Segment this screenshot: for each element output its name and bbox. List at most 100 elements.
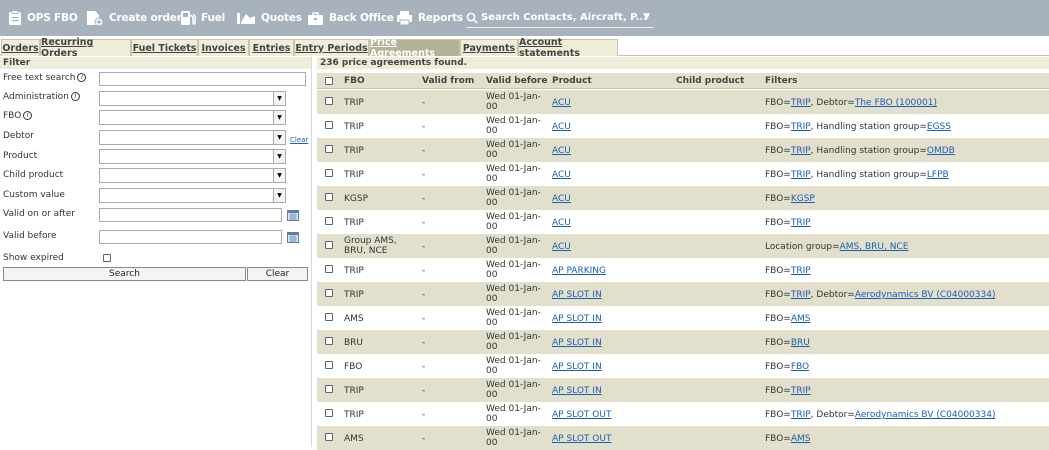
table-row[interactable]: Group AMS, BRU, NCE - Wed 01-Jan-00 ACU Loca…: [317, 234, 1049, 258]
col-child-product[interactable]: Child product: [676, 76, 744, 86]
row-checkbox[interactable]: [325, 121, 333, 129]
back-office-button[interactable]: Back Office: [307, 0, 394, 36]
chevron-down-icon[interactable]: ▼: [273, 111, 285, 124]
valid-on-or-after-input[interactable]: [99, 208, 282, 222]
filter-link[interactable]: KGSP: [791, 194, 815, 204]
cell-product-link[interactable]: AP SLOT IN: [552, 362, 602, 372]
col-fbo[interactable]: FBO: [344, 76, 365, 86]
col-product[interactable]: Product: [552, 76, 592, 86]
row-checkbox[interactable]: [325, 385, 333, 393]
filter-link[interactable]: TRIP: [791, 410, 811, 420]
table-row[interactable]: TRIP - Wed 01-Jan-00 AP SLOT IN FBO=TRIP: [317, 378, 1049, 402]
cell-product-link[interactable]: ACU: [552, 194, 571, 204]
table-row[interactable]: TRIP - Wed 01-Jan-00 AP PARKING FBO=TRIP: [317, 258, 1049, 282]
valid-before-input[interactable]: [99, 230, 282, 244]
row-checkbox[interactable]: [325, 289, 333, 297]
filter-link[interactable]: TRIP: [791, 266, 811, 276]
col-valid-from[interactable]: Valid from: [422, 76, 474, 86]
show-expired-checkbox[interactable]: [103, 254, 111, 262]
chevron-down-icon[interactable]: ▼: [273, 189, 285, 202]
cell-product-link[interactable]: ACU: [552, 218, 571, 228]
administration-select[interactable]: ▼: [99, 91, 286, 106]
filter-link[interactable]: Aerodynamics BV (C04000334): [855, 290, 996, 300]
tab-orders[interactable]: Orders: [1, 39, 40, 56]
table-row[interactable]: AMS - Wed 01-Jan-00 AP SLOT OUT FBO=AMS: [317, 426, 1049, 450]
filter-link[interactable]: TRIP: [791, 170, 811, 180]
tab-account-statements[interactable]: Account statements: [518, 37, 618, 59]
table-row[interactable]: TRIP - Wed 01-Jan-00 AP SLOT IN FBO=TRIP, De…: [317, 282, 1049, 306]
table-row[interactable]: AMS - Wed 01-Jan-00 AP SLOT IN FBO=AMS: [317, 306, 1049, 330]
cell-product-link[interactable]: AP SLOT OUT: [552, 434, 611, 444]
table-row[interactable]: TRIP - Wed 01-Jan-00 AP SLOT OUT FBO=TRIP, D…: [317, 402, 1049, 426]
row-checkbox[interactable]: [325, 433, 333, 441]
filter-link[interactable]: BRU: [791, 338, 810, 348]
table-row[interactable]: TRIP - Wed 01-Jan-00 ACU FBO=TRIP: [317, 210, 1049, 234]
cell-product-link[interactable]: AP PARKING: [552, 266, 606, 276]
filter-link[interactable]: AMS, BRU, NCE: [840, 242, 909, 252]
tab-payments[interactable]: Payments: [460, 39, 518, 56]
chevron-down-icon[interactable]: ▼: [273, 169, 285, 182]
row-checkbox[interactable]: [325, 409, 333, 417]
cell-product-link[interactable]: AP SLOT OUT: [552, 410, 611, 420]
row-checkbox[interactable]: [325, 217, 333, 225]
cell-product-link[interactable]: AP SLOT IN: [552, 386, 602, 396]
filter-link[interactable]: EGSS: [927, 122, 951, 132]
cell-product-link[interactable]: ACU: [552, 170, 571, 180]
ops-fbo-button[interactable]: OPS FBO: [8, 0, 78, 36]
table-row[interactable]: FBO - Wed 01-Jan-00 AP SLOT IN FBO=FBO: [317, 354, 1049, 378]
info-icon[interactable]: i: [77, 73, 87, 82]
chevron-down-icon[interactable]: ▼: [273, 131, 285, 144]
table-row[interactable]: KGSP - Wed 01-Jan-00 ACU FBO=KGSP: [317, 186, 1049, 210]
cell-product-link[interactable]: ACU: [552, 122, 571, 132]
filter-link[interactable]: FBO: [791, 362, 809, 372]
debtor-clear-link[interactable]: Clear: [290, 136, 308, 144]
filter-link[interactable]: TRIP: [791, 386, 811, 396]
tab-fuel-tickets[interactable]: Fuel Tickets: [131, 39, 198, 56]
filter-link[interactable]: TRIP: [791, 290, 811, 300]
filter-link[interactable]: TRIP: [791, 146, 811, 156]
global-search-input[interactable]: Search Contacts, Aircraft, P... ▼: [466, 8, 654, 28]
row-checkbox[interactable]: [325, 337, 333, 345]
filter-link[interactable]: TRIP: [791, 218, 811, 228]
row-checkbox[interactable]: [325, 241, 333, 249]
fbo-select[interactable]: ▼: [99, 110, 286, 125]
cell-product-link[interactable]: ACU: [552, 98, 571, 108]
row-checkbox[interactable]: [325, 145, 333, 153]
row-checkbox[interactable]: [325, 97, 333, 105]
info-icon[interactable]: i: [23, 111, 33, 120]
filter-link[interactable]: OMDB: [927, 146, 955, 156]
search-button[interactable]: Search: [3, 267, 246, 281]
cell-product-link[interactable]: AP SLOT IN: [552, 290, 602, 300]
table-row[interactable]: BRU - Wed 01-Jan-00 AP SLOT IN FBO=BRU: [317, 330, 1049, 354]
row-checkbox[interactable]: [325, 265, 333, 273]
filter-link[interactable]: AMS: [791, 434, 811, 444]
debtor-select[interactable]: ▼: [99, 130, 286, 145]
cell-product-link[interactable]: AP SLOT IN: [552, 338, 602, 348]
table-row[interactable]: TRIP - Wed 01-Jan-00 ACU FBO=TRIP, Handling …: [317, 138, 1049, 162]
tab-price-agreements[interactable]: Price Agreements: [369, 37, 460, 59]
filter-link[interactable]: TRIP: [791, 122, 811, 132]
table-row[interactable]: TRIP - Wed 01-Jan-00 ACU FBO=TRIP, Debtor=Th…: [317, 90, 1049, 114]
child-product-select[interactable]: ▼: [99, 168, 286, 183]
calendar-icon[interactable]: [287, 232, 299, 243]
col-filters[interactable]: Filters: [765, 76, 798, 86]
row-checkbox[interactable]: [325, 361, 333, 369]
filter-link[interactable]: LFPB: [927, 170, 949, 180]
table-row[interactable]: TRIP - Wed 01-Jan-00 ACU FBO=TRIP, Handling …: [317, 162, 1049, 186]
tab-invoices[interactable]: Invoices: [198, 39, 249, 56]
col-valid-before[interactable]: Valid before: [486, 76, 547, 86]
table-row[interactable]: TRIP - Wed 01-Jan-00 ACU FBO=TRIP, Handling …: [317, 114, 1049, 138]
filter-link[interactable]: Aerodynamics BV (C04000334): [855, 410, 996, 420]
chevron-down-icon[interactable]: ▼: [273, 92, 285, 105]
clear-button[interactable]: Clear: [247, 267, 308, 281]
row-checkbox[interactable]: [325, 193, 333, 201]
quotes-button[interactable]: Quotes: [236, 0, 302, 36]
calendar-icon[interactable]: [287, 210, 299, 221]
create-order-button[interactable]: Create order: [86, 0, 182, 36]
cell-product-link[interactable]: ACU: [552, 242, 571, 252]
select-all-checkbox[interactable]: [325, 77, 333, 85]
chevron-down-icon[interactable]: ▼: [273, 150, 285, 163]
chevron-down-icon[interactable]: ▼: [643, 12, 650, 22]
tab-recurring-orders[interactable]: Recurring Orders: [40, 37, 131, 59]
fuel-button[interactable]: Fuel: [180, 0, 225, 36]
